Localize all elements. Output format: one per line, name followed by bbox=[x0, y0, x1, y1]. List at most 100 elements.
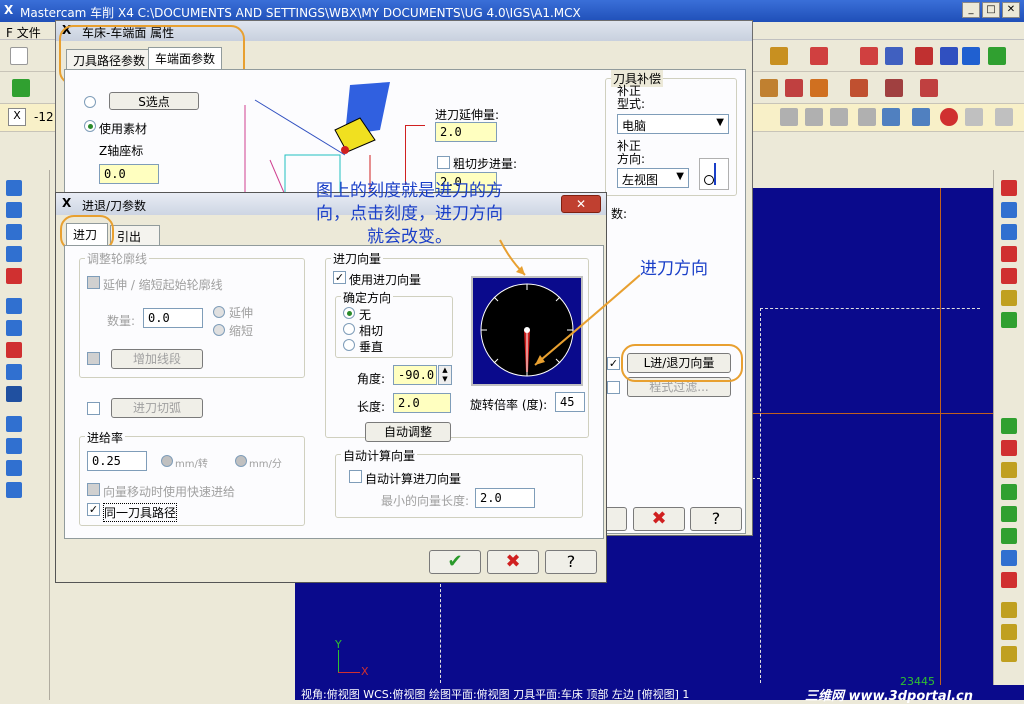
tool-icon[interactable] bbox=[940, 47, 958, 65]
tool-icon[interactable] bbox=[912, 108, 930, 126]
rough-step-checkbox[interactable] bbox=[437, 156, 450, 169]
dir-tangent-radio[interactable] bbox=[343, 323, 355, 335]
per-min-radio[interactable] bbox=[235, 455, 247, 467]
entry-arc-checkbox[interactable] bbox=[87, 402, 100, 415]
tool-icon[interactable] bbox=[882, 108, 900, 126]
tool-icon[interactable] bbox=[6, 246, 22, 262]
entry-arc-button[interactable]: 进刀切弧 bbox=[111, 398, 203, 418]
new-file-icon[interactable] bbox=[10, 47, 28, 65]
help-icon[interactable] bbox=[995, 108, 1013, 126]
tool-icon[interactable] bbox=[1001, 624, 1017, 640]
tool-icon[interactable] bbox=[1001, 602, 1017, 618]
comp-type-select[interactable]: 电脑 ▼ bbox=[617, 114, 729, 134]
tool-icon[interactable] bbox=[1001, 180, 1017, 196]
tool-icon[interactable] bbox=[6, 416, 22, 432]
tool-icon[interactable] bbox=[810, 47, 828, 65]
tool-icon[interactable] bbox=[1001, 646, 1017, 662]
tool-icon[interactable] bbox=[1001, 440, 1017, 456]
tool-icon[interactable] bbox=[6, 320, 22, 336]
dir-none-radio[interactable] bbox=[343, 307, 355, 319]
tool-icon[interactable] bbox=[6, 298, 22, 314]
feed-field[interactable]: 0.25 bbox=[87, 451, 147, 471]
z-coord-field[interactable]: 0.0 bbox=[99, 164, 159, 184]
per-rev-radio[interactable] bbox=[161, 455, 173, 467]
tool-icon[interactable] bbox=[885, 47, 903, 65]
tool-icon[interactable] bbox=[1001, 202, 1017, 218]
menu-file[interactable]: F 文件 bbox=[6, 24, 41, 41]
tool-icon[interactable] bbox=[760, 79, 778, 97]
extend-shorten-checkbox[interactable] bbox=[87, 276, 100, 289]
cancel-button[interactable]: ✖ bbox=[633, 507, 685, 531]
tool-icon[interactable] bbox=[6, 224, 22, 240]
add-line-checkbox[interactable] bbox=[87, 352, 100, 365]
coord-field[interactable]: -12 bbox=[34, 110, 54, 124]
stop-icon[interactable] bbox=[940, 108, 958, 126]
tool-icon[interactable] bbox=[1001, 268, 1017, 284]
length-field[interactable]: 2.0 bbox=[393, 393, 451, 413]
tool-icon[interactable] bbox=[6, 386, 22, 402]
maximize-button[interactable]: □ bbox=[982, 2, 1000, 18]
rapid-checkbox[interactable] bbox=[87, 483, 100, 496]
help-button[interactable]: ? bbox=[690, 507, 742, 531]
tool-icon[interactable] bbox=[1001, 506, 1017, 522]
extend-radio[interactable] bbox=[213, 306, 225, 318]
help-icon[interactable] bbox=[860, 47, 878, 65]
tool-icon[interactable] bbox=[1001, 290, 1017, 306]
use-vector-checkbox[interactable]: ✓ bbox=[333, 271, 346, 284]
tool-icon[interactable] bbox=[6, 364, 22, 380]
tool-icon[interactable] bbox=[1001, 484, 1017, 500]
tool-icon[interactable] bbox=[1001, 462, 1017, 478]
tool-icon[interactable] bbox=[805, 108, 823, 126]
angle-spinner[interactable]: ▲ ▼ bbox=[438, 365, 452, 385]
cancel-button[interactable]: ✖ bbox=[487, 550, 539, 574]
tool-icon[interactable] bbox=[6, 342, 22, 358]
tool-icon[interactable] bbox=[915, 47, 933, 65]
tool-icon[interactable] bbox=[6, 438, 22, 454]
tool-icon[interactable] bbox=[988, 47, 1006, 65]
shorten-radio[interactable] bbox=[213, 324, 225, 336]
program-filter-checkbox[interactable] bbox=[607, 381, 620, 394]
tool-icon[interactable] bbox=[780, 108, 798, 126]
tool-icon[interactable] bbox=[858, 108, 876, 126]
comp-dir-select[interactable]: 左视图 ▼ bbox=[617, 168, 689, 188]
tool-icon[interactable] bbox=[1001, 572, 1017, 588]
tool-icon[interactable] bbox=[885, 79, 903, 97]
select-point-radio[interactable] bbox=[84, 96, 96, 108]
tool-icon[interactable] bbox=[6, 180, 22, 196]
tool-icon[interactable] bbox=[1001, 528, 1017, 544]
tool-icon[interactable] bbox=[770, 47, 788, 65]
min-len-field[interactable]: 2.0 bbox=[475, 488, 535, 508]
dir-vertical-radio[interactable] bbox=[343, 339, 355, 351]
tool-icon[interactable] bbox=[785, 79, 803, 97]
tool-icon[interactable] bbox=[810, 79, 828, 97]
angle-field[interactable]: -90.0 bbox=[393, 365, 437, 385]
tool-icon[interactable] bbox=[850, 79, 868, 97]
tool-icon[interactable] bbox=[6, 268, 22, 284]
tab-lead-out[interactable]: 引出 bbox=[110, 225, 160, 245]
close-button[interactable]: ✕ bbox=[1002, 2, 1020, 18]
minimize-button[interactable]: _ bbox=[962, 2, 980, 18]
same-path-checkbox[interactable]: ✓ bbox=[87, 503, 100, 516]
amount-field[interactable]: 0.0 bbox=[143, 308, 203, 328]
tool-icon[interactable] bbox=[6, 460, 22, 476]
tool-icon[interactable] bbox=[920, 79, 938, 97]
help-button[interactable]: ? bbox=[545, 550, 597, 574]
entry-ext-field[interactable]: 2.0 bbox=[435, 122, 497, 142]
tool-icon[interactable] bbox=[1001, 224, 1017, 240]
tool-icon[interactable] bbox=[1001, 312, 1017, 328]
tool-icon[interactable] bbox=[830, 108, 848, 126]
ok-button[interactable]: ✔ bbox=[429, 550, 481, 574]
auto-adjust-button[interactable]: 自动调整 bbox=[365, 422, 451, 442]
tool-icon[interactable] bbox=[1001, 550, 1017, 566]
sigma-icon[interactable] bbox=[962, 47, 980, 65]
add-line-button[interactable]: 增加线段 bbox=[111, 349, 203, 369]
tool-icon[interactable] bbox=[1001, 246, 1017, 262]
use-stock-radio[interactable] bbox=[84, 120, 96, 132]
tool-icon[interactable] bbox=[1001, 418, 1017, 434]
tool-icon[interactable] bbox=[6, 482, 22, 498]
tool-icon[interactable] bbox=[6, 202, 22, 218]
plus-icon[interactable] bbox=[12, 79, 30, 97]
auto-calc-checkbox[interactable] bbox=[349, 470, 362, 483]
close-icon[interactable]: ✕ bbox=[561, 195, 601, 213]
cancel-icon[interactable]: X bbox=[8, 108, 26, 126]
